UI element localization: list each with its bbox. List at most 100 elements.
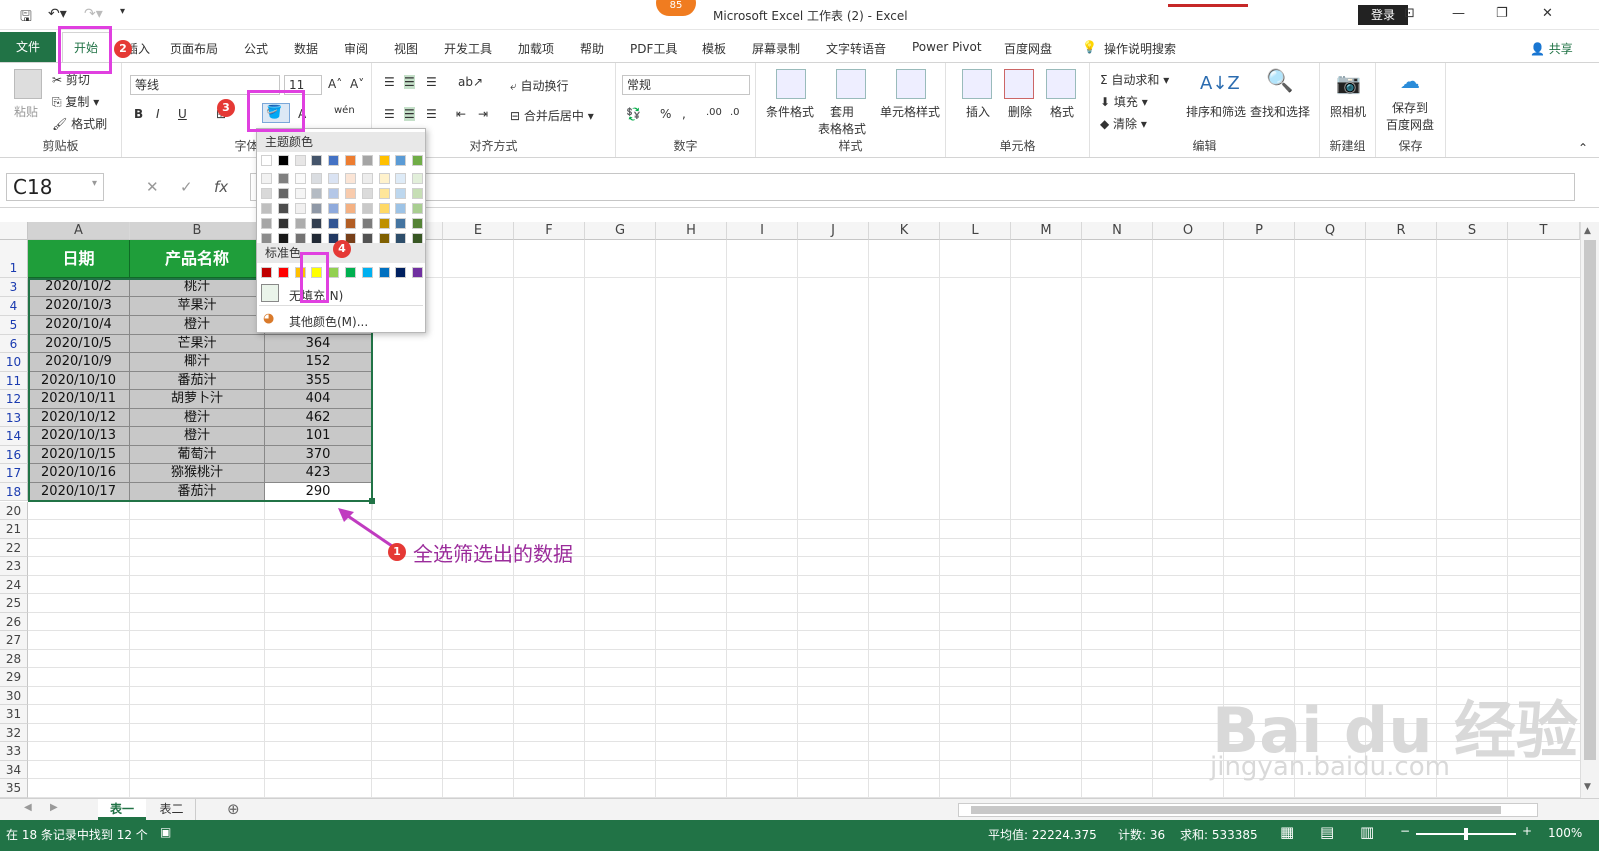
row-header[interactable]: 20 — [0, 502, 28, 520]
zoom-out-icon[interactable]: − — [1400, 824, 1410, 838]
tab-pdf-tools[interactable]: PDF工具 — [630, 40, 677, 57]
column-header-e[interactable]: E — [443, 222, 514, 240]
color-swatch[interactable] — [361, 203, 373, 214]
color-swatch[interactable] — [277, 188, 289, 199]
color-swatch[interactable] — [261, 218, 272, 229]
row-header[interactable]: 18 — [0, 483, 28, 501]
column-header-g[interactable]: G — [585, 222, 656, 240]
tab-text-to-speech[interactable]: 文字转语音 — [826, 40, 886, 57]
column-header-a[interactable]: A — [28, 222, 130, 240]
zoom-in-icon[interactable]: + — [1522, 824, 1532, 838]
bold-icon[interactable]: B — [134, 107, 143, 121]
shrink-font-icon[interactable]: A˅ — [350, 77, 364, 91]
increase-indent-icon[interactable]: ⇥ — [478, 107, 488, 121]
paste-button[interactable]: 粘贴 — [14, 103, 38, 120]
row-header[interactable]: 14 — [0, 427, 28, 446]
row-header[interactable]: 29 — [0, 668, 28, 687]
color-swatch[interactable] — [412, 188, 424, 199]
color-swatch[interactable] — [378, 203, 390, 214]
standard-color-swatch[interactable] — [378, 267, 390, 278]
accessibility-icon[interactable]: ▣ — [160, 825, 171, 839]
header-cell-product[interactable]: 产品名称 — [130, 240, 265, 278]
row-header[interactable]: 24 — [0, 576, 28, 594]
color-swatch[interactable] — [345, 155, 356, 166]
share-button[interactable]: 👤 共享 — [1530, 40, 1573, 57]
orientation-icon[interactable]: ab↗ — [458, 75, 483, 89]
column-header-f[interactable]: F — [514, 222, 585, 240]
color-swatch[interactable] — [294, 155, 306, 166]
standard-color-swatch[interactable] — [412, 267, 424, 278]
row-header[interactable]: 25 — [0, 594, 28, 613]
save-baidu-button[interactable]: 保存到 百度网盘 — [1386, 99, 1434, 133]
find-select-button[interactable]: 查找和选择 — [1250, 103, 1310, 120]
row-header[interactable]: 30 — [0, 687, 28, 705]
column-header-j[interactable]: J — [798, 222, 869, 240]
color-swatch[interactable] — [395, 188, 407, 199]
column-header-o[interactable]: O — [1153, 222, 1224, 240]
align-right-icon[interactable]: ☰ — [426, 107, 437, 121]
page-break-view-icon[interactable]: ▥ — [1360, 823, 1374, 841]
horizontal-scrollbar[interactable] — [958, 803, 1538, 817]
standard-color-swatch[interactable] — [361, 267, 373, 278]
color-swatch[interactable] — [277, 218, 289, 229]
column-header-k[interactable]: K — [869, 222, 940, 240]
close-icon[interactable]: ✕ — [1542, 6, 1553, 21]
color-swatch[interactable] — [378, 218, 390, 229]
align-bottom-icon[interactable]: ☰ — [426, 75, 437, 89]
format-painter-button[interactable]: 🖌 格式刷 — [52, 115, 107, 132]
sheet-tab-2[interactable]: 表二 — [148, 799, 196, 820]
row-header[interactable]: 31 — [0, 705, 28, 724]
color-swatch[interactable] — [345, 218, 356, 229]
tab-data[interactable]: 数据 — [294, 40, 318, 57]
name-box[interactable]: C18 — [6, 173, 104, 201]
column-header-l[interactable]: L — [940, 222, 1011, 240]
row-header[interactable]: 12 — [0, 390, 28, 409]
standard-color-swatch[interactable] — [345, 267, 356, 278]
color-swatch[interactable] — [345, 203, 356, 214]
standard-color-swatch[interactable] — [395, 267, 407, 278]
cancel-entry-icon[interactable]: ✕ — [146, 178, 159, 196]
column-header-m[interactable]: M — [1011, 222, 1082, 240]
cell-styles-button[interactable]: 单元格样式 — [880, 103, 940, 120]
color-swatch[interactable] — [412, 173, 424, 184]
align-middle-icon[interactable]: ☰ — [404, 75, 415, 89]
currency-icon[interactable]: 💱 — [626, 107, 641, 121]
color-swatch[interactable] — [361, 188, 373, 199]
column-header-r[interactable]: R — [1366, 222, 1437, 240]
row-header[interactable]: 21 — [0, 520, 28, 539]
color-swatch[interactable] — [361, 218, 373, 229]
row-header[interactable]: 1 — [0, 240, 28, 278]
color-swatch[interactable] — [311, 203, 323, 214]
color-swatch[interactable] — [328, 188, 340, 199]
color-swatch[interactable] — [261, 188, 272, 199]
row-header[interactable]: 4 — [0, 297, 28, 316]
conditional-format-button[interactable]: 条件格式 — [766, 103, 814, 120]
column-header-i[interactable]: I — [727, 222, 798, 240]
increase-decimal-icon[interactable]: .00 — [706, 107, 722, 118]
header-cell-date[interactable]: 日期 — [28, 240, 130, 278]
normal-view-icon[interactable]: ▦ — [1280, 823, 1294, 841]
color-swatch[interactable] — [412, 203, 424, 214]
color-swatch[interactable] — [328, 155, 340, 166]
column-header-t[interactable]: T — [1508, 222, 1580, 240]
color-swatch[interactable] — [277, 155, 289, 166]
color-swatch[interactable] — [261, 155, 272, 166]
clear-button[interactable]: ◆ 清除 ▾ — [1100, 115, 1147, 132]
number-format-combo[interactable]: 常规 — [622, 75, 750, 95]
color-swatch[interactable] — [378, 155, 390, 166]
color-swatch[interactable] — [311, 188, 323, 199]
formula-input[interactable] — [250, 173, 1575, 201]
color-swatch[interactable] — [378, 173, 390, 184]
confirm-entry-icon[interactable]: ✓ — [180, 178, 193, 196]
column-header-q[interactable]: Q — [1295, 222, 1366, 240]
prev-sheet-icon[interactable]: ◀ — [24, 802, 32, 813]
underline-icon[interactable]: U — [178, 107, 187, 121]
decrease-indent-icon[interactable]: ⇤ — [456, 107, 466, 121]
color-swatch[interactable] — [311, 173, 323, 184]
save-icon[interactable]: 🖫 — [20, 6, 32, 30]
row-header[interactable]: 10 — [0, 353, 28, 372]
row-header[interactable]: 17 — [0, 464, 28, 483]
row-header[interactable]: 22 — [0, 539, 28, 557]
wrap-text-button[interactable]: ⤶ 自动换行 — [510, 77, 569, 94]
more-colors-option[interactable]: 其他颜色(M)... — [289, 313, 368, 330]
